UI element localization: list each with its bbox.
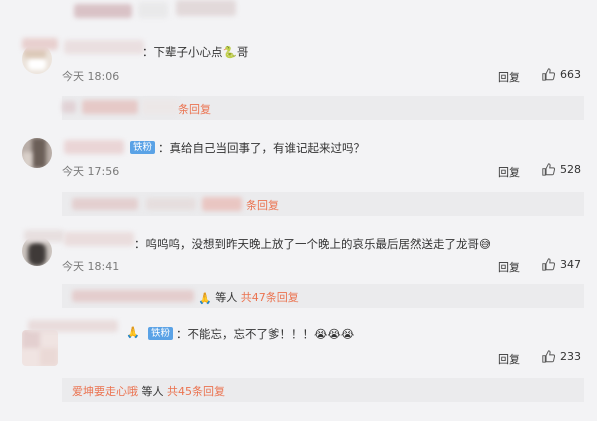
like-count: 663	[560, 68, 581, 81]
blurred-username	[22, 38, 58, 50]
comment-item: ：下辈子小心点🐍哥 今天 18:06 回复 663	[0, 30, 597, 92]
blurred-username[interactable]	[64, 232, 134, 246]
like-button[interactable]: 233	[542, 350, 581, 363]
avatar[interactable]	[22, 138, 52, 168]
emoji-icon: 🙏	[198, 291, 212, 305]
fans-badge: 铁粉	[148, 327, 174, 340]
like-count: 233	[560, 350, 581, 363]
blurred-text	[74, 4, 132, 18]
sub-reply-others: 🙏 等人 共47条回复	[198, 291, 299, 305]
sub-replies-bar[interactable]: 爱坤要走心哦 等人 共45条回复	[62, 378, 584, 402]
comment-item: ：呜呜呜，没想到昨天晚上放了一个晚上的哀乐最后居然送走了龙哥😅 今天 18:41…	[0, 224, 597, 278]
comment-item: 🙏 铁粉 ：不能忘，忘不了爹！！！😭😭😭 回复 233	[0, 316, 597, 374]
comment-text: ：真给自己当回事了，有谁记起来过吗？	[158, 141, 365, 155]
reply-button[interactable]: 回复	[498, 164, 520, 180]
sub-reply-count[interactable]: 条回复	[246, 197, 279, 213]
comment-text: ：呜呜呜，没想到昨天晚上放了一个晚上的哀乐最后居然送走了龙哥😅	[134, 237, 491, 251]
sub-replies-bar[interactable]: 条回复	[62, 96, 584, 120]
comment-time: 今天 17:56	[62, 165, 120, 178]
comment-time: 今天 18:41	[62, 260, 120, 273]
like-count: 528	[560, 163, 581, 176]
sub-replies-bar[interactable]: 条回复	[62, 192, 584, 216]
thumbs-up-icon	[542, 258, 555, 271]
blurred-username[interactable]	[64, 140, 124, 154]
reply-button[interactable]: 回复	[498, 259, 520, 275]
sub-reply-count[interactable]: 共47条回复	[241, 291, 299, 304]
sub-reply-user[interactable]: 爱坤要走心哦	[72, 385, 138, 398]
thumbs-up-icon	[542, 68, 555, 81]
thumbs-up-icon	[542, 350, 555, 363]
like-button[interactable]: 663	[542, 68, 581, 81]
sub-reply-count[interactable]: 共45条回复	[167, 385, 225, 398]
blurred-username[interactable]	[28, 320, 118, 332]
comment-text: ：不能忘，忘不了爹！！！😭😭😭	[176, 327, 355, 341]
blurred-text	[176, 0, 236, 16]
avatar[interactable]	[22, 330, 58, 366]
emoji-icon: 🙏	[126, 326, 140, 339]
sub-reply-others: 爱坤要走心哦 等人 共45条回复	[72, 385, 225, 398]
reply-button[interactable]: 回复	[498, 351, 520, 367]
comment-time: 今天 18:06	[62, 70, 120, 83]
like-count: 347	[560, 258, 581, 271]
reply-button[interactable]: 回复	[498, 69, 520, 85]
sub-reply-count[interactable]: 条回复	[178, 101, 211, 117]
comment-text: ：下辈子小心点🐍哥	[142, 45, 249, 59]
top-partial-row	[0, 0, 597, 22]
sub-replies-bar[interactable]: 🙏 等人 共47条回复	[62, 284, 584, 308]
thumbs-up-icon	[542, 163, 555, 176]
blurred-username[interactable]	[64, 40, 144, 54]
blurred-text	[138, 2, 168, 18]
comment-item: 铁粉 ：真给自己当回事了，有谁记起来过吗？ 今天 17:56 回复 528	[0, 132, 597, 184]
like-button[interactable]: 347	[542, 258, 581, 271]
fans-badge: 铁粉	[130, 141, 156, 154]
like-button[interactable]: 528	[542, 163, 581, 176]
